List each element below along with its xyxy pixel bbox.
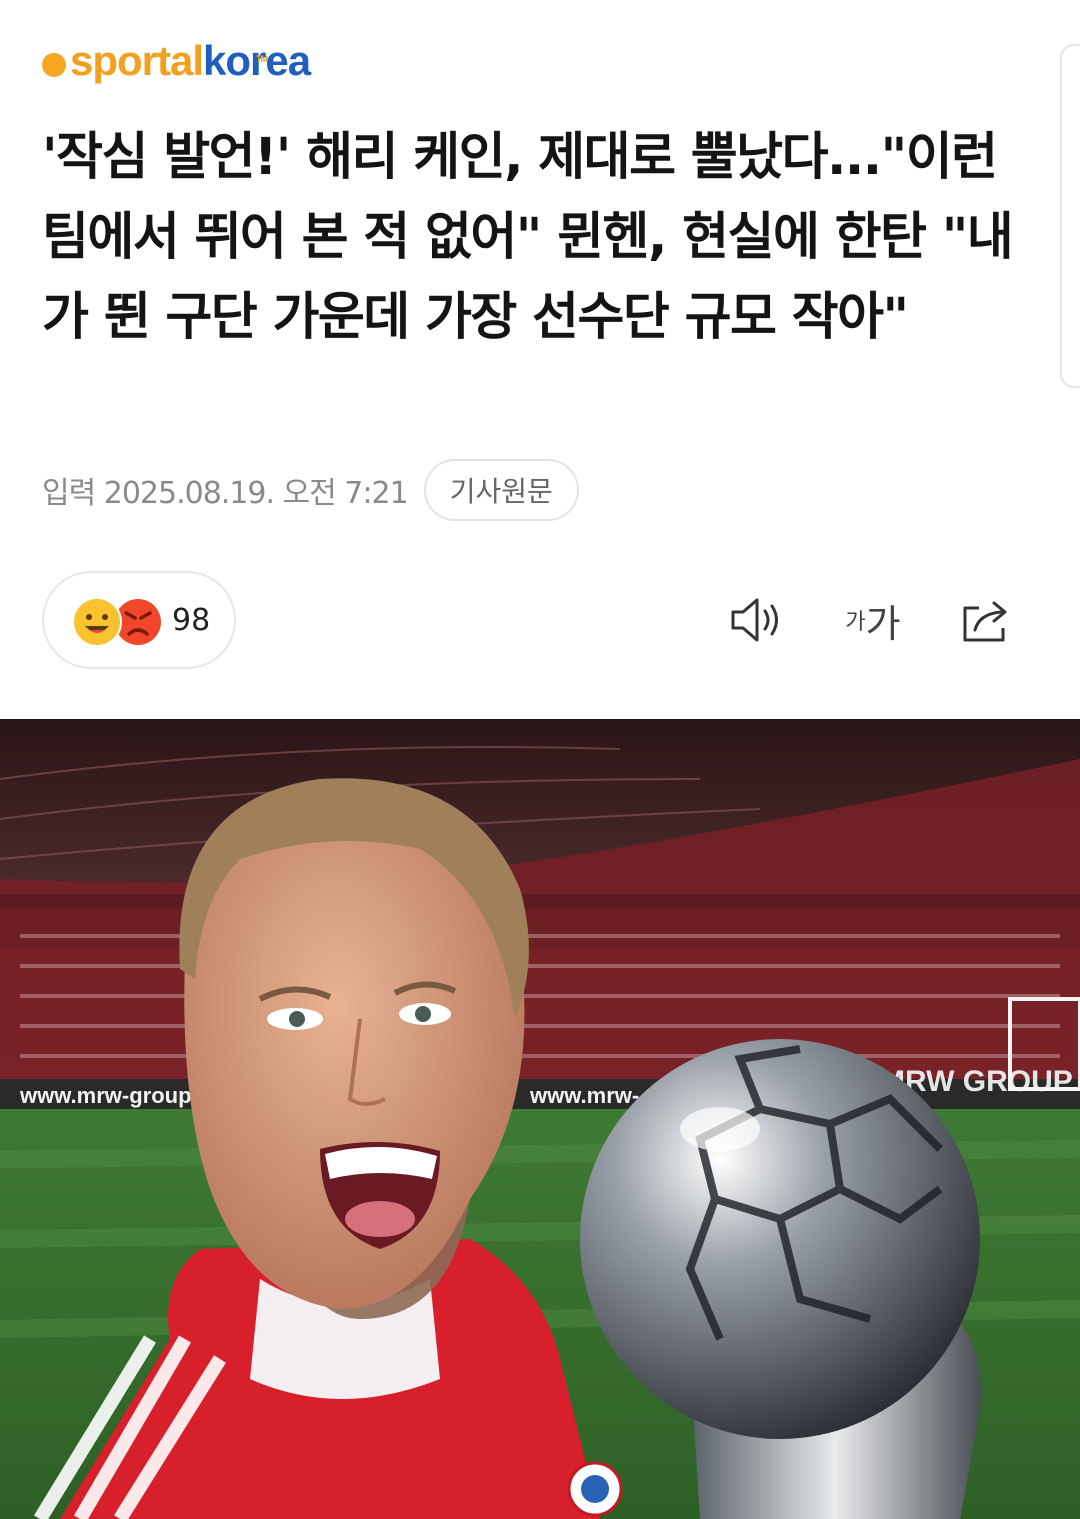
smile-emoji-icon xyxy=(72,597,122,647)
trophy-ball xyxy=(580,1039,980,1439)
article-title: '작심 발언!' 해리 케인, 제대로 뿔났다..."이런 팀에서 뛰어 본 적… xyxy=(42,128,1014,347)
article-photo: www.mrw-group www.mrw- MRW GROUP xyxy=(0,719,1080,1519)
share-button[interactable] xyxy=(956,590,1016,650)
published-date: 입력 2025.08.19. 오전 7:21 xyxy=(42,476,409,511)
reaction-emojis xyxy=(72,595,162,647)
ad-board-text-1: www.mrw-group xyxy=(19,1083,192,1108)
font-size-small-label: 가 xyxy=(845,610,866,635)
logo-dot-icon xyxy=(42,53,66,77)
scrollbar[interactable] xyxy=(1060,44,1080,388)
logo-wordmark: sportalkorea TM xyxy=(70,36,311,86)
listen-button[interactable] xyxy=(726,590,786,650)
logo-part-sportal: sportal xyxy=(70,37,204,84)
font-size-button[interactable]: 가가 xyxy=(838,590,908,650)
speaker-icon xyxy=(731,598,778,642)
photo-canvas: www.mrw-group www.mrw- MRW GROUP xyxy=(0,719,1080,1519)
article-meta: 입력 2025.08.19. 오전 7:21 기사원문 xyxy=(42,458,579,522)
reaction-count: 98 xyxy=(172,602,211,638)
reaction-button[interactable]: 98 xyxy=(42,571,236,669)
logo-trademark: TM xyxy=(256,54,268,64)
reaction-emoji-group xyxy=(72,597,161,647)
font-size-large-label: 가 xyxy=(865,601,901,646)
site-logo[interactable]: sportalkorea TM xyxy=(42,36,311,86)
ad-board-text-2: www.mrw- xyxy=(529,1083,639,1108)
original-article-button[interactable]: 기사원문 xyxy=(423,459,579,521)
share-icon xyxy=(963,601,1007,642)
